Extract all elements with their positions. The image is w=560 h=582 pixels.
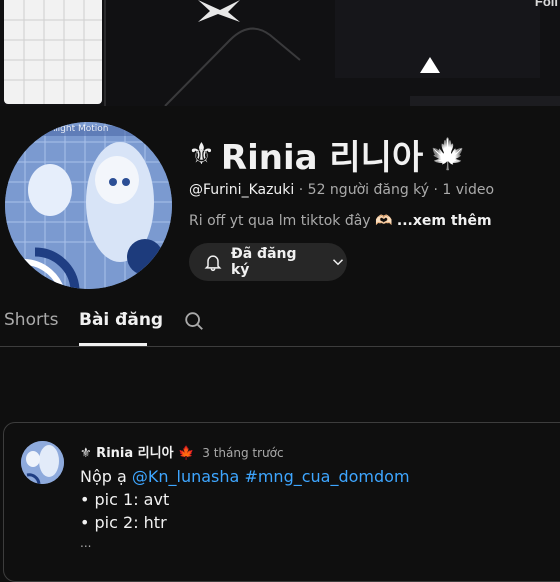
channel-title: ⚜ Rinia 리니아 🍁: [188, 130, 467, 179]
channel-description[interactable]: Ri off yt qua lm tiktok đây 🫶🏻 ...xem th…: [189, 213, 492, 229]
channel-avatar[interactable]: Alight Motion: [5, 122, 172, 289]
channel-tabs: Shorts Bài đăng: [0, 300, 560, 347]
fleur-de-lis-icon: ⚜: [188, 137, 215, 172]
banner-art: [0, 0, 560, 106]
post-truncation: ...: [80, 536, 92, 550]
bell-icon: [203, 252, 223, 272]
maple-leaf-icon: 🍁: [429, 137, 467, 172]
post-bullet-1: • pic 1: avt: [80, 490, 170, 509]
banner-corner-text: Foll: [534, 0, 558, 9]
active-tab-indicator: [79, 343, 147, 346]
post-author[interactable]: ⚜ Rinia 리니아 🍁: [80, 442, 194, 461]
post-bullet-2: • pic 2: htr: [80, 513, 167, 532]
subscriber-count: 52 người đăng ký: [307, 182, 430, 198]
post-timestamp[interactable]: 3 tháng trước: [202, 446, 283, 460]
avatar-overlay-text: Alight Motion: [49, 124, 109, 134]
channel-name-text: Rinia 리니아: [220, 138, 424, 178]
video-count: 1 video: [442, 182, 495, 198]
tab-posts[interactable]: Bài đăng: [79, 310, 163, 330]
channel-handle[interactable]: @Furini_Kazuki: [189, 182, 294, 198]
hashtag-link[interactable]: #mng_cua_domdom: [244, 467, 409, 486]
search-icon[interactable]: [183, 310, 205, 337]
meta-separator: ·: [433, 182, 438, 198]
avatar-art: [5, 122, 172, 289]
meta-separator: ·: [298, 182, 304, 198]
channel-meta: @Furini_Kazuki · 52 người đăng ký · 1 vi…: [189, 182, 494, 198]
mention-link[interactable]: @Kn_lunasha: [132, 467, 239, 486]
more-link[interactable]: ...xem thêm: [397, 213, 492, 229]
subscribed-label: Đã đăng ký: [231, 246, 297, 278]
subscribed-button[interactable]: Đã đăng ký: [189, 243, 347, 281]
post-header: ⚜ Rinia 리니아 🍁 3 tháng trước: [80, 442, 284, 461]
tab-shorts[interactable]: Shorts: [4, 310, 58, 330]
post-body: Nộp ạ @Kn_lunasha #mng_cua_domdom • pic …: [80, 465, 410, 552]
description-text: Ri off yt qua lm tiktok đây 🫶🏻: [189, 213, 393, 229]
chevron-down-icon: [329, 253, 347, 271]
channel-banner: Foll: [0, 0, 560, 106]
post-author-avatar[interactable]: [21, 441, 64, 484]
post-text: Nộp ạ: [80, 467, 132, 486]
post-line-1: Nộp ạ @Kn_lunasha #mng_cua_domdom: [80, 465, 410, 488]
